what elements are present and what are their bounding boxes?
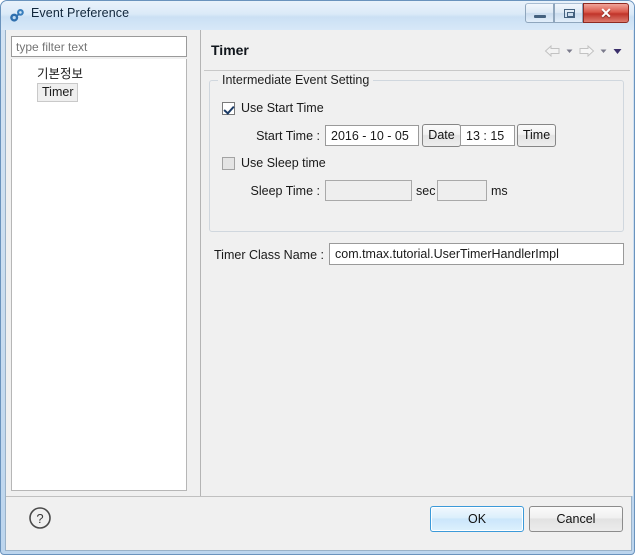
preference-tree-panel: 기본정보 Timer [6,30,194,496]
filter-input[interactable] [11,36,187,57]
maximize-icon [564,9,575,18]
title-separator [204,70,630,71]
sleep-milliseconds-input[interactable] [437,180,487,201]
time-picker-button[interactable]: Time [517,124,556,147]
title-bar: Event Preference ✕ [1,1,634,30]
preference-icon [9,7,26,24]
sleep-time-label: Sleep Time : [250,184,320,198]
close-button[interactable]: ✕ [583,3,629,23]
dialog-footer: ? OK Cancel [6,497,631,549]
cancel-button[interactable]: Cancel [529,506,623,532]
ok-button[interactable]: OK [430,506,524,532]
back-dropdown-chevron-down-icon[interactable] [564,44,575,58]
dialog-client-area: 기본정보 Timer Timer [5,30,633,551]
tree-item-basic-info[interactable]: 기본정보 [37,63,83,82]
start-date-input[interactable] [325,125,419,146]
use-start-time-label: Use Start Time [241,101,324,115]
sleep-seconds-input[interactable] [325,180,412,201]
page-menu-chevron-down-icon[interactable] [612,44,623,58]
dialog-window: Event Preference ✕ 기본정보 Timer Timer [0,0,635,555]
help-icon[interactable]: ? [28,506,52,530]
use-sleep-time-checkbox[interactable] [222,156,235,170]
use-sleep-time-label: Use Sleep time [241,156,326,170]
timer-class-name-input[interactable] [329,243,624,265]
use-start-time-checkbox[interactable] [222,101,235,115]
forward-dropdown-chevron-down-icon[interactable] [598,44,609,58]
intermediate-event-setting-group: Use Start Time Start Time : Date Time Us… [209,80,624,232]
sleep-milliseconds-unit-label: ms [491,184,508,198]
tree-item-timer[interactable]: Timer [37,83,79,102]
timer-class-name-label: Timer Class Name : [214,248,324,262]
date-picker-button[interactable]: Date [422,124,461,147]
timer-settings-panel: Timer Use Start Time Start Time: 2016 -… [201,30,633,496]
minimize-icon [534,15,546,18]
svg-text:?: ? [36,511,43,526]
close-icon: ✕ [600,5,612,21]
page-navigation [544,42,623,60]
sleep-seconds-unit-label: sec [416,184,436,198]
page-title: Timer [211,42,249,58]
maximize-button[interactable] [554,3,583,23]
start-time-input[interactable] [460,125,515,146]
window-title: Event Preference [31,6,130,20]
start-time-label: Start Time : [256,129,320,143]
use-start-time-checkbox-row[interactable]: Use Start Time [222,101,324,115]
minimize-button[interactable] [525,3,554,23]
preference-tree[interactable]: 기본정보 Timer [11,59,187,491]
use-sleep-time-checkbox-row[interactable]: Use Sleep time [222,156,326,170]
group-legend: Intermediate Event Setting [218,73,374,87]
back-arrow-icon[interactable] [544,44,561,58]
forward-arrow-icon[interactable] [578,44,595,58]
